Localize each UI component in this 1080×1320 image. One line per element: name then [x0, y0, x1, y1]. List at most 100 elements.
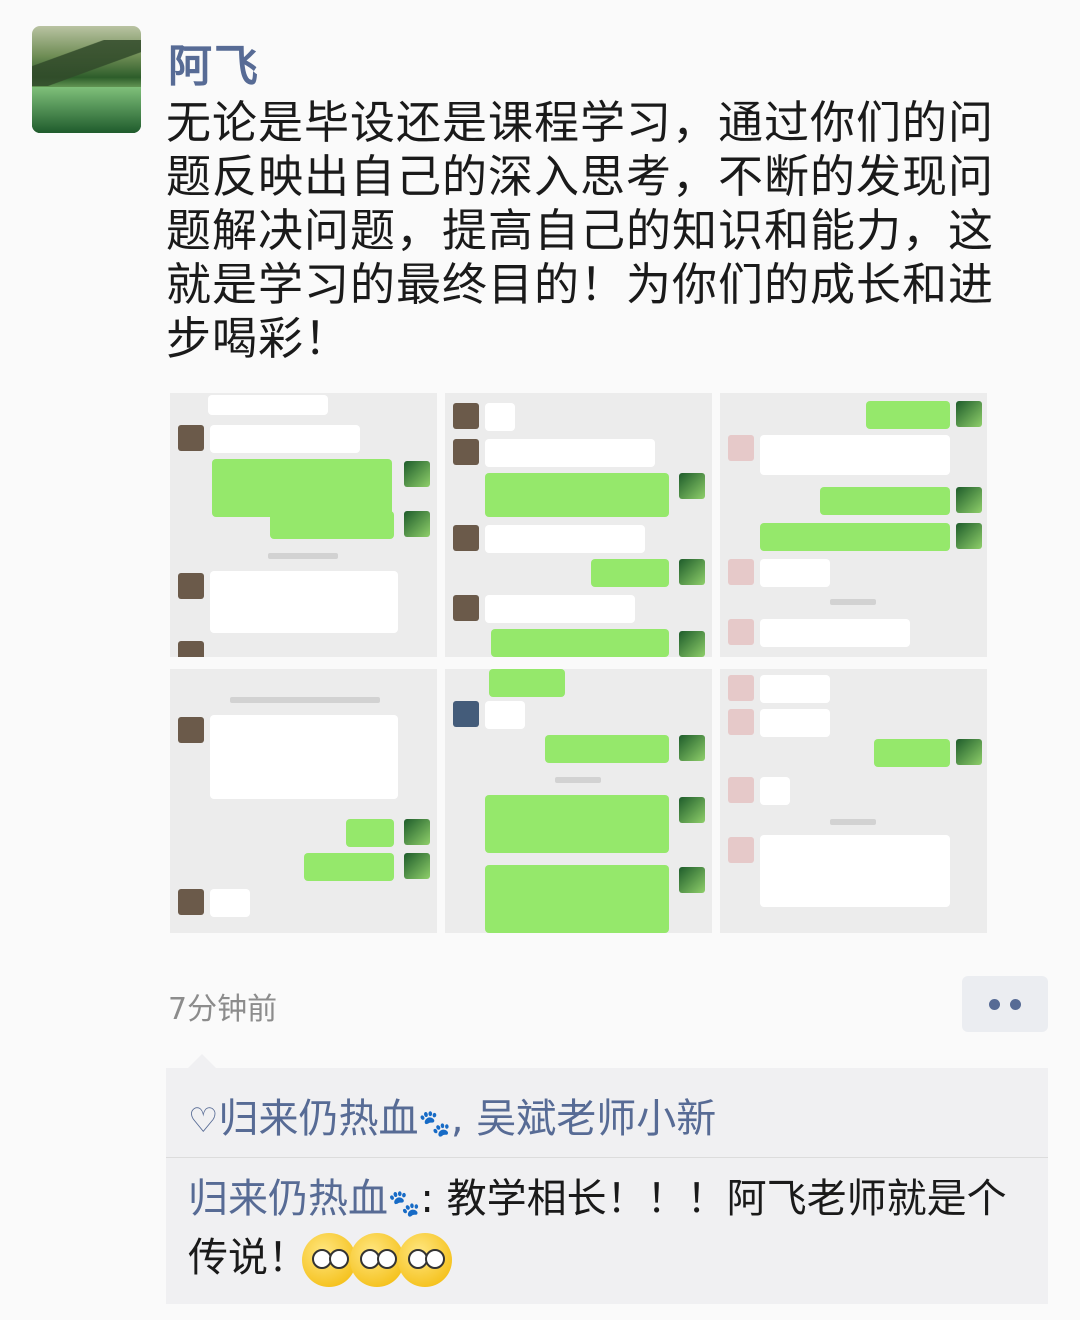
chat-bubble	[485, 795, 669, 853]
chat-time-stamp	[268, 553, 338, 559]
heart-icon: ♡	[188, 1101, 219, 1141]
chat-screenshot-2[interactable]	[445, 393, 712, 657]
chat-avatar	[956, 401, 982, 427]
chat-avatar	[679, 631, 705, 657]
chat-bubble	[485, 439, 655, 467]
chat-screenshot-6[interactable]	[720, 669, 987, 933]
chat-time-stamp	[230, 697, 380, 703]
chat-avatar	[728, 619, 754, 645]
paw-emoji: 🐾	[388, 1189, 421, 1219]
paw-emoji: 🐾	[418, 1109, 451, 1139]
chat-bubble	[489, 669, 565, 697]
chat-avatar	[679, 559, 705, 585]
chat-avatar	[404, 853, 430, 879]
chat-bubble	[760, 709, 830, 737]
chat-avatar	[404, 819, 430, 845]
tongue-out-emoji	[302, 1233, 356, 1287]
chat-bubble	[210, 425, 360, 453]
post-text: 无论是毕设还是课程学习，通过你们的问题反映出自己的深入思考，不断的发现问题解决问…	[166, 96, 995, 365]
chat-avatar	[956, 739, 982, 765]
chat-avatar	[728, 837, 754, 863]
liker-name[interactable]: 吴斌老师小新	[476, 1096, 716, 1142]
chat-avatar	[679, 735, 705, 761]
chat-avatar	[956, 523, 982, 549]
likes-separator: ,	[450, 1096, 464, 1142]
chat-avatar	[453, 525, 479, 551]
chat-bubble	[208, 395, 328, 415]
chat-avatar	[178, 573, 204, 599]
chat-bubble	[874, 739, 950, 767]
more-dots-icon	[1010, 999, 1021, 1010]
chat-bubble	[760, 559, 830, 587]
chat-avatar	[728, 777, 754, 803]
chat-avatar	[453, 439, 479, 465]
chat-bubble	[270, 511, 394, 539]
chat-bubble	[210, 889, 250, 917]
chat-bubble	[820, 487, 950, 515]
chat-bubble	[485, 595, 635, 623]
commenter-name[interactable]: 归来仍热血	[188, 1176, 388, 1222]
chat-avatar	[178, 641, 204, 657]
avatar-water	[32, 87, 141, 133]
liker-name[interactable]: 归来仍热血	[218, 1096, 418, 1142]
chat-bubble	[866, 401, 950, 429]
chat-bubble	[760, 777, 790, 805]
comment-item[interactable]: 归来仍热血🐾: 教学相长！！！阿飞老师就是个传说！	[188, 1172, 1028, 1287]
more-button[interactable]	[962, 976, 1048, 1032]
chat-time-stamp	[830, 819, 876, 825]
image-grid	[170, 393, 988, 933]
chat-screenshot-3[interactable]	[720, 393, 987, 657]
chat-avatar	[679, 867, 705, 893]
author-name[interactable]: 阿飞	[168, 30, 260, 94]
more-dots-icon	[989, 999, 1000, 1010]
chat-bubble	[760, 523, 950, 551]
chat-avatar	[178, 425, 204, 451]
chat-bubble	[545, 735, 669, 763]
likes-row: ♡归来仍热血🐾, 吴斌老师小新	[188, 1086, 716, 1144]
divider	[166, 1157, 1048, 1158]
chat-screenshot-5[interactable]	[445, 669, 712, 933]
author-avatar[interactable]	[32, 26, 141, 133]
chat-bubble	[304, 853, 394, 881]
post-time: 7分钟前	[168, 992, 278, 1027]
comment-colon: :	[420, 1176, 434, 1222]
tongue-out-emoji	[350, 1233, 404, 1287]
chat-bubble	[760, 675, 830, 703]
chat-bubble	[485, 525, 645, 553]
chat-bubble	[485, 403, 515, 431]
chat-avatar	[679, 473, 705, 499]
comments-arrow	[188, 1054, 216, 1068]
chat-bubble	[212, 459, 392, 517]
chat-bubble	[760, 435, 950, 475]
chat-avatar	[178, 717, 204, 743]
chat-bubble	[485, 473, 669, 517]
chat-avatar	[453, 403, 479, 429]
tongue-out-emoji	[398, 1233, 452, 1287]
chat-avatar	[404, 511, 430, 537]
chat-bubble	[760, 835, 950, 907]
chat-bubble	[491, 629, 669, 657]
chat-screenshot-1[interactable]	[170, 393, 437, 657]
chat-avatar	[728, 559, 754, 585]
comments-panel: ♡归来仍热血🐾, 吴斌老师小新 归来仍热血🐾: 教学相长！！！阿飞老师就是个传说…	[166, 1054, 1048, 1304]
chat-avatar	[178, 889, 204, 915]
chat-avatar	[453, 595, 479, 621]
chat-avatar	[728, 675, 754, 701]
chat-avatar	[404, 461, 430, 487]
chat-avatar	[728, 435, 754, 461]
chat-bubble	[210, 715, 398, 799]
chat-time-stamp	[830, 599, 876, 605]
chat-bubble	[346, 819, 394, 847]
avatar-mountain	[32, 40, 141, 86]
chat-avatar	[956, 487, 982, 513]
chat-avatar	[453, 701, 479, 727]
chat-bubble	[760, 619, 910, 647]
chat-time-stamp	[555, 777, 601, 783]
chat-bubble	[485, 865, 669, 933]
chat-avatar	[679, 797, 705, 823]
chat-bubble	[591, 559, 669, 587]
chat-bubble	[210, 571, 398, 633]
chat-screenshot-4[interactable]	[170, 669, 437, 933]
chat-avatar	[728, 709, 754, 735]
chat-bubble	[485, 701, 525, 729]
